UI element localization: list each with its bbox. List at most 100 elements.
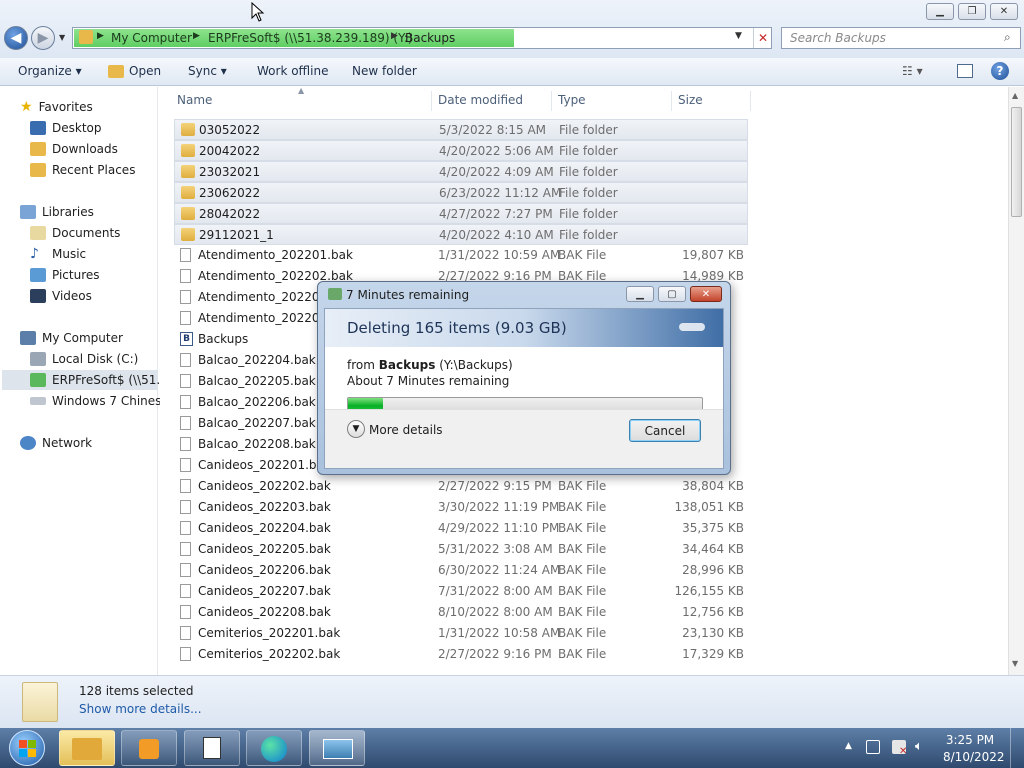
recent-places-icon bbox=[30, 163, 46, 177]
back-button[interactable]: ◀ bbox=[4, 26, 28, 50]
taskbar-app-button[interactable] bbox=[184, 730, 240, 766]
nav-network-drive[interactable]: ERPFreSoft$ (\\51.38 bbox=[2, 370, 176, 390]
file-row[interactable]: 23062022 6/23/2022 11:12 AM File folder bbox=[174, 182, 748, 203]
nav-label: Music bbox=[52, 247, 87, 261]
file-row[interactable]: Cemiterios_202201.bak 1/31/2022 10:58 AM B… bbox=[174, 623, 748, 644]
show-hidden-icons-icon[interactable]: ▲ bbox=[845, 741, 852, 751]
nav-my-computer[interactable]: My Computer bbox=[20, 328, 123, 348]
file-row[interactable]: Canideos_202202.bak 2/27/2022 9:15 PM BAK … bbox=[174, 476, 748, 497]
file-row[interactable]: Canideos_202206.bak 6/30/2022 11:24 AM BAK… bbox=[174, 560, 748, 581]
file-row[interactable]: 20042022 4/20/2022 5:06 AM File folder bbox=[174, 140, 748, 161]
nav-videos[interactable]: Videos bbox=[30, 286, 92, 306]
column-divider[interactable] bbox=[551, 91, 552, 111]
preview-pane-icon[interactable] bbox=[957, 64, 973, 78]
file-row[interactable]: Atendimento_202201.bak 1/31/2022 10:59 AM… bbox=[174, 245, 748, 266]
file-row[interactable]: Cemiterios_202202.bak 2/27/2022 9:16 PM BA… bbox=[174, 644, 748, 665]
scroll-thumb[interactable] bbox=[1011, 107, 1022, 217]
nav-favorites[interactable]: ★ Favorites bbox=[20, 97, 93, 117]
open-button[interactable]: Open bbox=[129, 64, 161, 78]
nav-network[interactable]: Network bbox=[20, 433, 92, 453]
file-row[interactable]: 29112021_1 4/20/2022 4:10 AM File folder bbox=[174, 224, 748, 245]
help-icon[interactable]: ? bbox=[991, 62, 1009, 80]
column-type[interactable]: Type bbox=[558, 93, 586, 107]
column-date-modified[interactable]: Date modified bbox=[438, 93, 523, 107]
minimize-button[interactable]: ▁ bbox=[926, 3, 954, 20]
address-bar[interactable]: ▶ My Computer ▶ ERPFreSoft$ (\\51.38.239… bbox=[72, 27, 772, 49]
show-desktop-button[interactable] bbox=[1010, 728, 1024, 768]
file-row[interactable]: Canideos_202205.bak 5/31/2022 3:08 AM BAK … bbox=[174, 539, 748, 560]
expand-details-icon[interactable]: ▼ bbox=[347, 420, 365, 438]
file-row[interactable]: 03052022 5/3/2022 8:15 AM File folder bbox=[174, 119, 748, 140]
organize-button[interactable]: Organize ▾ bbox=[18, 64, 82, 78]
search-icon[interactable]: ⌕ bbox=[1004, 30, 1011, 45]
volume-icon[interactable]: 🔈︎ bbox=[915, 739, 923, 754]
dialog-close-button[interactable]: ✕ bbox=[690, 286, 722, 302]
network-tray-icon[interactable] bbox=[866, 740, 880, 754]
column-divider[interactable] bbox=[671, 91, 672, 111]
breadcrumb-my-computer[interactable]: My Computer bbox=[111, 31, 192, 45]
more-details-toggle[interactable]: More details bbox=[369, 423, 443, 437]
column-size[interactable]: Size bbox=[678, 93, 703, 107]
file-icon bbox=[180, 458, 191, 472]
stop-icon[interactable]: ✕ bbox=[753, 28, 772, 48]
nav-documents[interactable]: Documents bbox=[30, 223, 120, 243]
taskbar-edge-button[interactable] bbox=[246, 730, 302, 766]
taskbar-media-player-button[interactable] bbox=[121, 730, 177, 766]
file-size: 138,051 KB bbox=[674, 500, 744, 514]
clock-time[interactable]: 3:25 PM bbox=[943, 733, 997, 747]
clock-date[interactable]: 8/10/2022 bbox=[943, 750, 1005, 764]
media-player-icon bbox=[139, 739, 159, 759]
time-remaining: About 7 Minutes remaining bbox=[347, 374, 510, 388]
dialog-minimize-button[interactable]: ▁ bbox=[626, 286, 654, 302]
column-divider[interactable] bbox=[750, 91, 751, 111]
folder-icon bbox=[181, 144, 195, 157]
nav-libraries[interactable]: Libraries bbox=[20, 202, 94, 222]
file-icon bbox=[180, 416, 191, 430]
sync-button[interactable]: Sync ▾ bbox=[188, 64, 227, 78]
cancel-button[interactable]: Cancel bbox=[629, 419, 701, 442]
file-row[interactable]: Canideos_202204.bak 4/29/2022 11:10 PM BAK… bbox=[174, 518, 748, 539]
view-options-icon[interactable]: ☷ ▾ bbox=[902, 64, 923, 78]
column-name[interactable]: Name bbox=[177, 93, 212, 107]
address-dropdown-icon[interactable]: ▼ bbox=[735, 31, 742, 41]
scroll-down-icon[interactable]: ▼ bbox=[1012, 659, 1018, 668]
source-folder-name[interactable]: Backups bbox=[379, 358, 436, 372]
column-divider[interactable] bbox=[431, 91, 432, 111]
close-button[interactable]: ✕ bbox=[990, 3, 1018, 20]
search-input[interactable]: Search Backups bbox=[790, 31, 886, 45]
show-more-details-link[interactable]: Show more details... bbox=[79, 702, 202, 716]
start-button[interactable] bbox=[9, 730, 45, 766]
file-type: File folder bbox=[559, 123, 618, 137]
nav-desktop[interactable]: Desktop bbox=[30, 118, 102, 138]
new-folder-button[interactable]: New folder bbox=[352, 64, 417, 78]
file-row[interactable]: Canideos_202203.bak 3/30/2022 11:19 PM BAK… bbox=[174, 497, 748, 518]
nav-pictures[interactable]: Pictures bbox=[30, 265, 100, 285]
details-pane: 128 items selected Show more details... bbox=[0, 675, 1024, 728]
file-row[interactable]: Canideos_202207.bak 7/31/2022 8:00 AM BAK … bbox=[174, 581, 748, 602]
forward-button[interactable]: ▶ bbox=[31, 26, 55, 50]
nav-recent-places[interactable]: Recent Places bbox=[30, 160, 135, 180]
nav-local-disk[interactable]: Local Disk (C:) bbox=[30, 349, 138, 369]
search-box[interactable]: Search Backups ⌕ bbox=[781, 27, 1021, 49]
file-row[interactable]: 28042022 4/27/2022 7:27 PM File folder bbox=[174, 203, 748, 224]
windows-logo-icon bbox=[28, 749, 36, 757]
breadcrumb-drive[interactable]: ERPFreSoft$ (\\51.38.239.189) (Y:) bbox=[208, 31, 413, 45]
scroll-up-icon[interactable]: ▲ bbox=[1012, 91, 1018, 100]
vertical-scrollbar[interactable]: ▲ ▼ bbox=[1008, 87, 1024, 675]
file-row[interactable]: Canideos_202208.bak 8/10/2022 8:00 AM BAK … bbox=[174, 602, 748, 623]
dialog-maximize-button[interactable]: ▢ bbox=[658, 286, 686, 302]
file-date: 5/31/2022 3:08 AM bbox=[438, 542, 553, 556]
recent-pages-chevron-icon[interactable]: ▼ bbox=[59, 33, 65, 42]
nav-music[interactable]: ♪ Music bbox=[30, 244, 86, 264]
work-offline-button[interactable]: Work offline bbox=[257, 64, 328, 78]
nav-dvd-drive[interactable]: Windows 7 Chinese bbox=[30, 391, 169, 411]
taskbar-photo-button[interactable] bbox=[309, 730, 365, 766]
folder-icon bbox=[181, 165, 195, 178]
file-row[interactable]: 23032021 4/20/2022 4:09 AM File folder bbox=[174, 161, 748, 182]
restore-button[interactable]: ❐ bbox=[958, 3, 986, 20]
nav-downloads[interactable]: Downloads bbox=[30, 139, 118, 159]
breadcrumb-backups[interactable]: Backups bbox=[405, 31, 455, 45]
taskbar-explorer-button[interactable] bbox=[59, 730, 115, 766]
file-icon bbox=[180, 479, 191, 493]
file-name: Canideos_202203.bak bbox=[198, 500, 331, 514]
